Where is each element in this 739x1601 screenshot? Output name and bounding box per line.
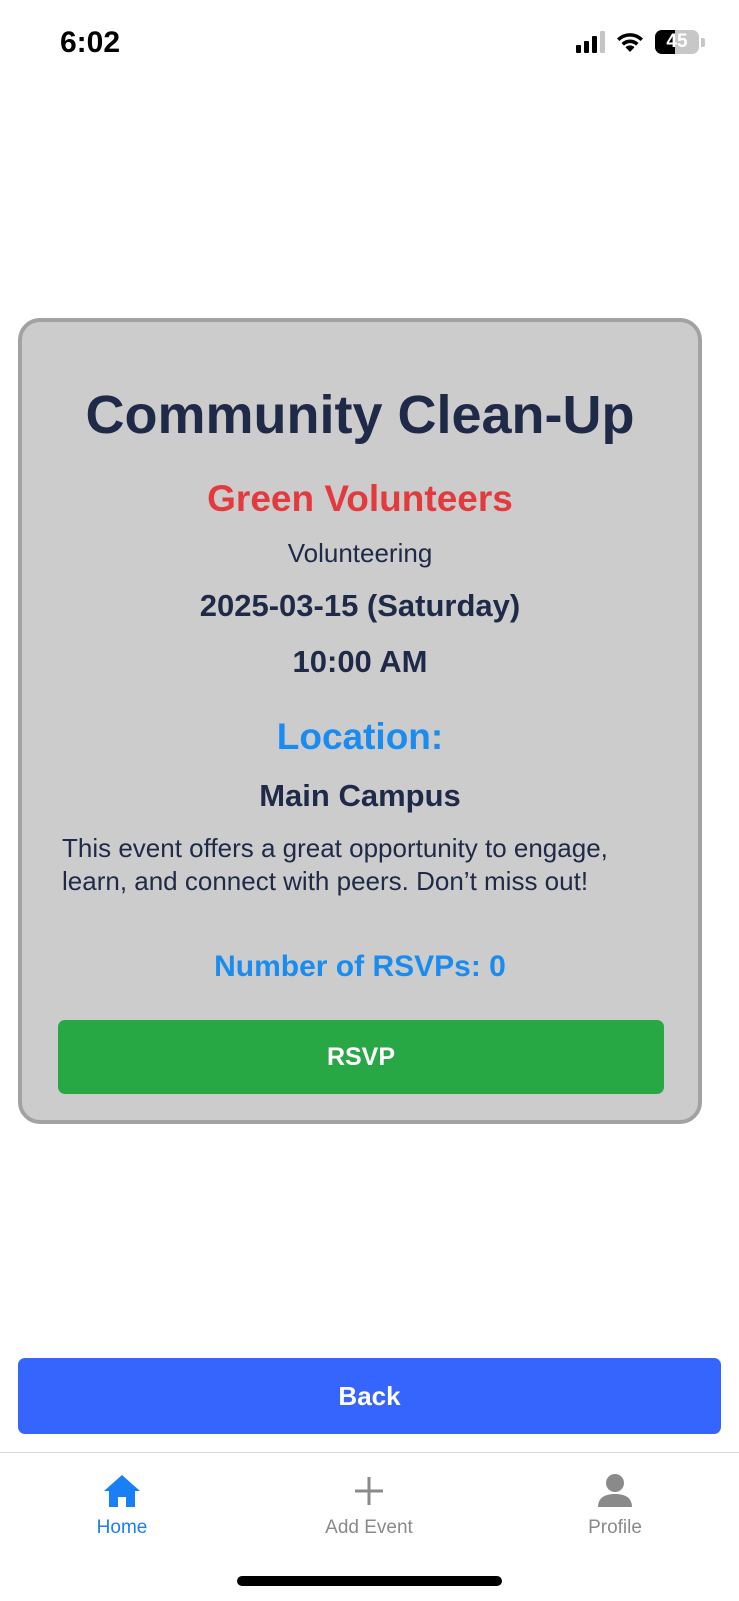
tab-profile-label: Profile (588, 1517, 642, 1538)
cellular-signal-icon (576, 31, 605, 53)
person-icon (598, 1474, 632, 1507)
tab-add-event-label: Add Event (325, 1517, 413, 1538)
wifi-icon (617, 33, 643, 52)
status-bar: 6:02 45 (0, 0, 739, 90)
location-heading: Location: (276, 716, 444, 757)
event-card: Community Clean-Up Green Volunteers Volu… (18, 318, 702, 1124)
plus-icon (355, 1477, 383, 1505)
battery-nub (701, 37, 705, 47)
battery-level-text: 45 (666, 31, 688, 52)
tab-home-label: Home (96, 1517, 148, 1538)
event-organizer: Green Volunteers (207, 478, 513, 519)
home-indicator (237, 1576, 502, 1586)
status-icons: 45 (576, 30, 705, 54)
back-button[interactable]: Back (18, 1358, 721, 1434)
event-category: Volunteering (287, 538, 433, 568)
home-icon (104, 1475, 140, 1507)
tab-add-event[interactable]: Add Event (269, 1471, 469, 1539)
battery-icon: 45 (655, 30, 699, 54)
rsvp-button[interactable]: RSVP (58, 1020, 664, 1094)
event-location: Main Campus (259, 778, 461, 813)
event-date: 2025-03-15 (Saturday) (199, 588, 521, 623)
event-title: Community Clean-Up (85, 385, 635, 445)
tab-profile[interactable]: Profile (515, 1471, 715, 1539)
battery-indicator: 45 (655, 30, 705, 54)
status-time: 6:02 (60, 26, 121, 59)
event-description: This event offers a great opportunity to… (62, 833, 608, 896)
tab-home[interactable]: Home (22, 1471, 222, 1539)
event-time: 10:00 AM (292, 644, 428, 679)
rsvp-count: Number of RSVPs: 0 (214, 950, 506, 983)
